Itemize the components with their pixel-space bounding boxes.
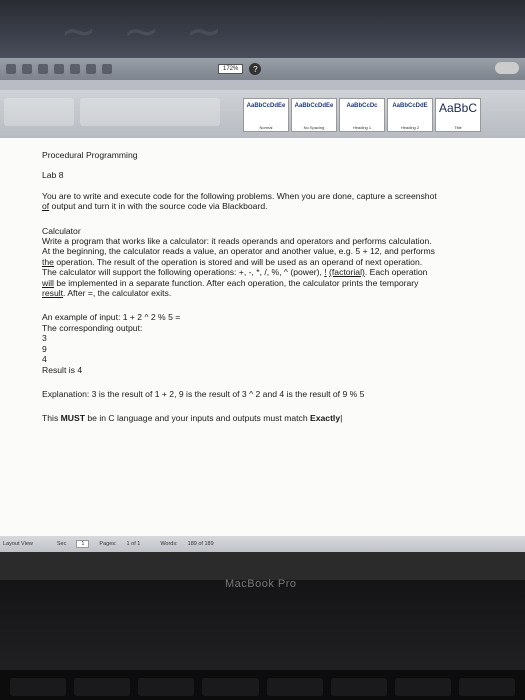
key (266, 678, 323, 696)
spell-underlined: result (42, 288, 64, 299)
key (330, 678, 387, 696)
zoom-field[interactable]: 172% (218, 64, 244, 74)
style-heading-1[interactable]: AaBbCcDc Heading 1 (339, 98, 385, 132)
style-name: Heading 2 (400, 125, 420, 130)
search-field[interactable] (495, 62, 519, 74)
reflection-overlay: ~ ~ ~ (60, 6, 229, 57)
redo-icon[interactable] (86, 64, 96, 74)
text: be in C language and your inputs and out… (84, 413, 310, 424)
open-icon[interactable] (22, 64, 32, 74)
output-line: 9 (42, 343, 47, 354)
font-group[interactable] (4, 98, 74, 126)
style-normal[interactable]: AaBbCcDdEe Normal (243, 98, 289, 132)
key (202, 678, 259, 696)
save-icon[interactable] (38, 64, 48, 74)
spell-underlined: (factorial) (329, 267, 365, 278)
calc-line: will be implemented in a separate functi… (42, 278, 492, 288)
style-sample: AaBbCcDdE (392, 103, 428, 109)
key (394, 678, 451, 696)
screen: 172% ? AaBbCcDdEe Normal AaBbCcDdEe No Spa… (0, 58, 525, 580)
style-sample: AaBbCcDc (346, 103, 378, 109)
lab-title: Lab 8 (42, 170, 64, 181)
calc-line: result. After =, the calculator exits. (42, 288, 492, 298)
style-title[interactable]: AaBbC Title (435, 98, 481, 132)
view-label[interactable]: Layout View (3, 541, 33, 547)
calc-line: the operation. The result of the operati… (42, 257, 492, 267)
style-name: Normal (259, 125, 273, 130)
desktop-below (0, 552, 525, 580)
explanation: Explanation: 3 is the result of 1 + 2, 9… (42, 388, 365, 399)
pages-value: 1 of 1 (126, 541, 141, 547)
standard-toolbar: 172% ? (0, 58, 525, 80)
document-body: Procedural Programming Lab 8 You are to … (42, 150, 492, 424)
text: This (42, 413, 61, 424)
new-doc-icon[interactable] (6, 64, 16, 74)
text: . Each operation (364, 267, 428, 278)
text-cursor: | (340, 413, 343, 424)
output-line: 4 (42, 354, 47, 365)
key (458, 678, 515, 696)
keyboard-row (0, 670, 525, 700)
style-sample: AaBbC (438, 101, 478, 115)
result-line: Result is 4 (42, 364, 83, 375)
example-input: An example of input: 1 + 2 ^ 2 % 5 = (42, 312, 181, 323)
key (138, 678, 195, 696)
spell-underlined: will (42, 277, 54, 288)
doc-heading: Procedural Programming (42, 150, 138, 160)
undo-icon[interactable] (70, 64, 80, 74)
help-icon[interactable]: ? (249, 63, 262, 75)
style-sample: AaBbCcDdEe (294, 103, 334, 109)
spell-underlined: the (42, 256, 54, 267)
style-heading-2[interactable]: AaBbCcDdE Heading 2 (387, 98, 433, 132)
requirement-line: This MUST be in C language and your inpu… (42, 413, 492, 423)
print-icon[interactable] (54, 64, 64, 74)
text: . After =, the calculator exits. (63, 288, 172, 299)
status-bar: Layout View Sec 1 Pages: 1 of 1 Words: 1… (0, 536, 525, 552)
table-icon[interactable] (102, 64, 112, 74)
text: The calculator will support the followin… (42, 267, 325, 278)
monitor-bezel-top: ~ ~ ~ (0, 0, 525, 58)
calc-line: At the beginning, the calculator reads a… (42, 246, 435, 257)
section-label: Sec (56, 541, 67, 547)
style-sample: AaBbCcDdEe (246, 103, 286, 109)
ribbon-tabs (0, 80, 525, 90)
text: output and turn it in with the source co… (49, 201, 268, 212)
output-line: 3 (42, 333, 47, 344)
styles-gallery: AaBbCcDdEe Normal AaBbCcDdEe No Spacing Aa… (243, 98, 481, 132)
calc-line: The calculator will support the followin… (42, 267, 492, 277)
device-label: MacBook Pro (225, 578, 297, 590)
key (74, 678, 131, 696)
text: be implemented in a separate function. A… (53, 277, 419, 288)
emphasis: Exactly (310, 413, 341, 424)
section-value: 1 (76, 540, 90, 548)
style-name: Heading 1 (352, 125, 372, 130)
text: operation. The result of the operation i… (53, 256, 423, 267)
document-page[interactable]: Procedural Programming Lab 8 You are to … (0, 138, 525, 536)
style-name: Title (454, 125, 462, 130)
instructions-line: You are to write and execute code for th… (42, 190, 437, 201)
paragraph-group[interactable] (80, 98, 220, 126)
words-label: Words: (160, 541, 178, 547)
words-value: 189 of 189 (187, 541, 214, 547)
key (10, 678, 67, 696)
style-name: No Spacing (303, 125, 325, 130)
emphasis: MUST (60, 413, 85, 424)
calc-line: Write a program that works like a calcul… (42, 236, 432, 247)
example-label: The corresponding output: (42, 322, 143, 333)
instructions-line: of output and turn it in with the source… (42, 201, 492, 211)
ribbon: AaBbCcDdEe Normal AaBbCcDdEe No Spacing Aa… (0, 90, 525, 138)
monitor-bezel-bottom (0, 580, 525, 670)
calculator-title: Calculator (42, 225, 81, 236)
pages-label: Pages: (99, 541, 117, 547)
style-no-spacing[interactable]: AaBbCcDdEe No Spacing (291, 98, 337, 132)
